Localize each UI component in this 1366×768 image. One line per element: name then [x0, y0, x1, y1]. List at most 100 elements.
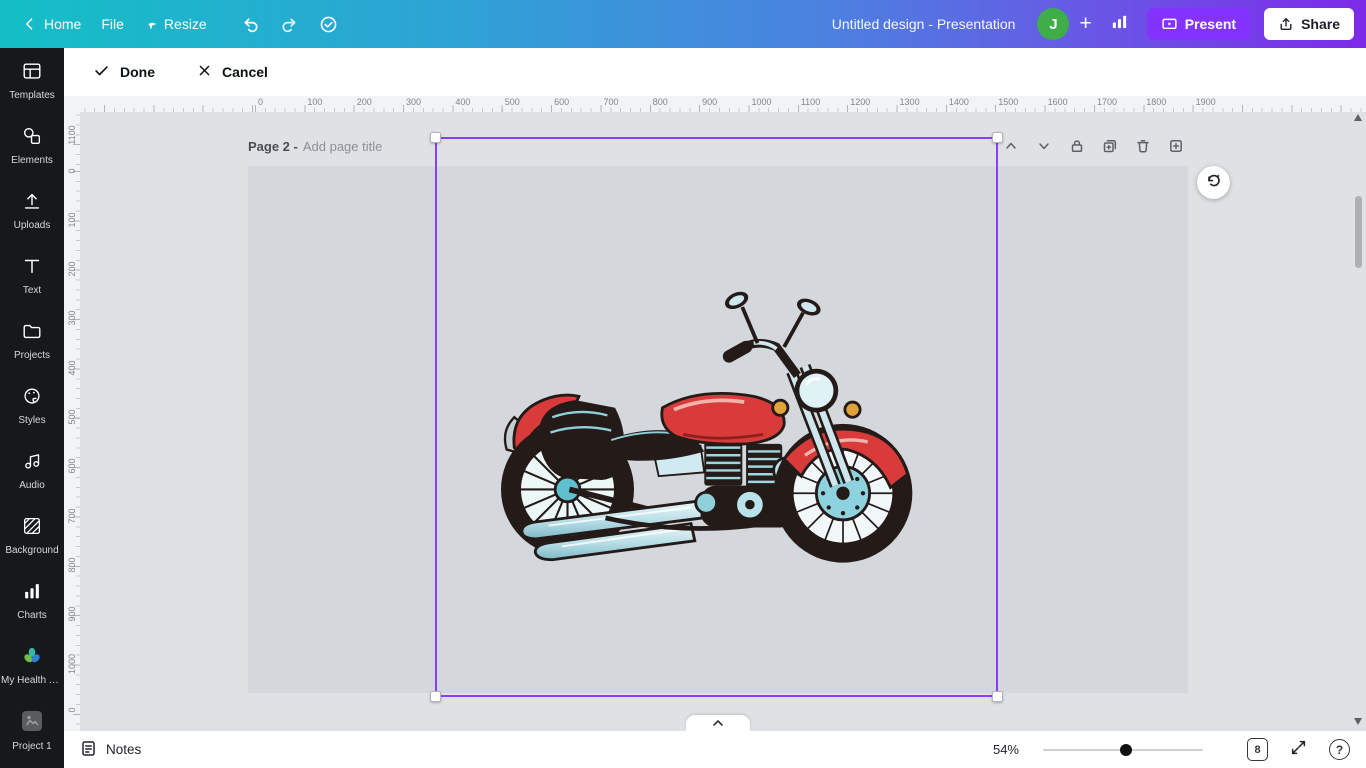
- resize-handle-bottom-right[interactable]: [992, 691, 1003, 702]
- delete-page-button[interactable]: [1131, 134, 1155, 158]
- redo-button[interactable]: [270, 7, 309, 42]
- ruler-number: 1500: [998, 97, 1018, 107]
- page-actions: [999, 134, 1188, 158]
- share-label: Share: [1301, 16, 1340, 32]
- charts-icon: [21, 580, 43, 605]
- sidebar-item-audio[interactable]: Audio: [0, 438, 64, 503]
- ruler-horizontal: 0100200300400500600700800900100011001200…: [80, 96, 1366, 112]
- sidebar-item-background[interactable]: Background: [0, 503, 64, 568]
- sidebar-item-project-1[interactable]: Project 1: [0, 698, 64, 763]
- top-bar: Home File Resize Untitled desig: [0, 0, 1366, 48]
- sparkle-icon: [144, 17, 158, 31]
- selected-image-element[interactable]: [435, 137, 998, 697]
- ruler-number: 1200: [850, 97, 870, 107]
- sidebar-item-elements[interactable]: Elements: [0, 113, 64, 178]
- cancel-button[interactable]: Cancel: [189, 57, 276, 87]
- magic-suggestions-button[interactable]: [1197, 166, 1230, 199]
- sidebar-item-label: Charts: [17, 610, 46, 621]
- text-icon: [21, 255, 43, 280]
- done-button[interactable]: Done: [85, 56, 163, 88]
- sidebar-item-templates[interactable]: Templates: [0, 48, 64, 113]
- ruler-number: 600: [554, 97, 569, 107]
- templates-icon: [21, 60, 43, 85]
- insights-button[interactable]: [1102, 6, 1137, 42]
- zoom-slider[interactable]: [1043, 743, 1203, 757]
- uploads-icon: [21, 190, 43, 215]
- sidebar-item-label: Audio: [19, 480, 45, 491]
- ruler-number: 200: [67, 261, 77, 276]
- motorcycle-image: [463, 239, 957, 605]
- sidebar-item-label: Styles: [18, 415, 45, 426]
- scroll-down-arrow[interactable]: [1354, 718, 1362, 725]
- bottom-bar-right: 54% 8 ?: [993, 738, 1350, 761]
- ruler-number: 1600: [1048, 97, 1068, 107]
- grid-view-button[interactable]: 8: [1247, 738, 1268, 761]
- ruler-number: 1800: [1146, 97, 1166, 107]
- notes-icon: [80, 740, 97, 760]
- share-button[interactable]: Share: [1264, 8, 1354, 40]
- elements-icon: [21, 125, 43, 150]
- undo-icon: [241, 15, 260, 34]
- resize-button[interactable]: Resize: [134, 8, 217, 40]
- ruler-number: 400: [67, 360, 77, 375]
- zoom-slider-knob[interactable]: [1120, 744, 1132, 756]
- ruler-number: 800: [653, 97, 668, 107]
- resize-handle-bottom-left[interactable]: [430, 691, 441, 702]
- bottom-bar: Notes 54% 8 ?: [64, 731, 1366, 768]
- present-button[interactable]: Present: [1147, 8, 1250, 40]
- ruler-number: 900: [702, 97, 717, 107]
- my-health-app-icon: [21, 645, 43, 670]
- resize-handle-top-right[interactable]: [992, 132, 1003, 143]
- ruler-number: 100: [67, 212, 77, 227]
- file-label: File: [101, 16, 124, 32]
- sidebar-item-label: My Health C...: [1, 675, 63, 686]
- cancel-label: Cancel: [222, 64, 268, 80]
- resize-handle-top-left[interactable]: [430, 132, 441, 143]
- page-title-input[interactable]: Add page title: [303, 139, 383, 154]
- sidebar-item-uploads[interactable]: Uploads: [0, 178, 64, 243]
- invite-members-button[interactable]: +: [1069, 12, 1101, 36]
- design-title[interactable]: Untitled design - Presentation: [832, 16, 1016, 32]
- help-button[interactable]: ?: [1329, 739, 1350, 760]
- ruler-number: 400: [455, 97, 470, 107]
- duplicate-page-button[interactable]: [1098, 134, 1122, 158]
- styles-icon: [21, 385, 43, 410]
- home-button[interactable]: Home: [12, 8, 91, 40]
- sidebar-item-text[interactable]: Text: [0, 243, 64, 308]
- sidebar-item-label: Uploads: [14, 220, 51, 231]
- sidebar-item-label: Elements: [11, 155, 53, 166]
- ruler-number: 900: [67, 606, 77, 621]
- audio-icon: [21, 450, 43, 475]
- move-page-down-button[interactable]: [1032, 134, 1056, 158]
- ruler-number: 600: [67, 458, 77, 473]
- add-page-button[interactable]: [1164, 134, 1188, 158]
- avatar[interactable]: J: [1037, 8, 1069, 40]
- canvas-area[interactable]: Page 2 - Add page title: [80, 112, 1366, 731]
- sidebar-item-label: Background: [5, 545, 58, 556]
- sidebar-item-my-health-app[interactable]: My Health C...: [0, 633, 64, 698]
- sidebar-item-styles[interactable]: Styles: [0, 373, 64, 438]
- ruler-number: 300: [406, 97, 421, 107]
- expand-pages-tab[interactable]: [686, 715, 750, 731]
- lock-page-button[interactable]: [1065, 134, 1089, 158]
- zoom-level[interactable]: 54%: [993, 742, 1019, 757]
- present-label: Present: [1185, 16, 1236, 32]
- ruler-vertical: 1100010020030040050060070080090010000: [64, 112, 80, 731]
- undo-button[interactable]: [231, 7, 270, 42]
- sidebar-item-charts[interactable]: Charts: [0, 568, 64, 633]
- redo-icon: [280, 15, 299, 34]
- ruler-number: 200: [357, 97, 372, 107]
- check-circle-icon: [319, 15, 338, 34]
- fullscreen-button[interactable]: [1290, 739, 1307, 761]
- save-status-button[interactable]: [309, 7, 348, 42]
- notes-button[interactable]: Notes: [80, 740, 141, 760]
- ruler-number: 700: [67, 508, 77, 523]
- vertical-scrollbar[interactable]: [1355, 196, 1362, 268]
- scroll-up-arrow[interactable]: [1354, 114, 1362, 121]
- file-menu-button[interactable]: File: [91, 8, 134, 40]
- sidebar-item-projects[interactable]: Projects: [0, 308, 64, 373]
- ruler-number: 0: [67, 707, 77, 712]
- ruler-number: 500: [505, 97, 520, 107]
- edit-toolbar: Done Cancel: [64, 48, 1366, 96]
- background-icon: [21, 515, 43, 540]
